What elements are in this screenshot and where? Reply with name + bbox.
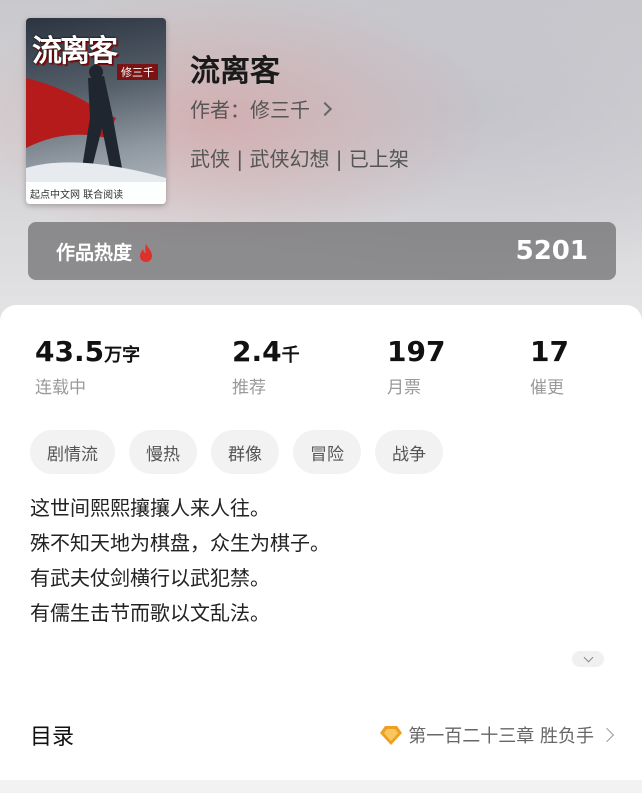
expand-synopsis-button[interactable]: [572, 651, 604, 667]
heat-value: 5201: [515, 236, 588, 266]
stat-label: 催更: [530, 378, 564, 398]
chevron-down-icon: [583, 652, 593, 663]
stat-monthly-ticket[interactable]: 197 月票: [387, 335, 445, 398]
section-divider: [0, 780, 642, 793]
author-link[interactable]: 作者：修三千: [190, 94, 333, 123]
stat-value: 43.5: [35, 335, 105, 368]
book-categories: 武侠 | 武侠幻想 | 已上架: [190, 147, 409, 171]
cover-author: 修三千: [117, 64, 158, 80]
detail-card: 43.5万字 连载中 2.4千 推荐 197 月票 17 催更 剧情流 慢热 群…: [0, 305, 642, 780]
toc-latest: 第一百二十三章 胜负手: [378, 722, 615, 748]
stat-recommend[interactable]: 2.4千 推荐: [232, 335, 300, 398]
tag-chip[interactable]: 群像: [211, 430, 279, 474]
flame-icon: [140, 244, 153, 262]
synopsis-line: 有武夫仗剑横行以武犯禁。: [30, 566, 270, 590]
heart-badge-icon: [380, 726, 403, 745]
stat-urge-update[interactable]: 17 催更: [530, 335, 569, 398]
tag-chips: 剧情流 慢热 群像 冒险 战争: [30, 430, 443, 474]
table-of-contents-row[interactable]: 目录 第一百二十三章 胜负手: [0, 705, 642, 765]
heat-label-group: 作品热度: [56, 238, 154, 265]
stat-label: 连载中: [35, 378, 86, 398]
stat-value: 2.4: [232, 335, 282, 368]
stat-label: 推荐: [232, 378, 266, 398]
tag-chip[interactable]: 剧情流: [30, 430, 115, 474]
book-title: 流离客: [190, 54, 280, 89]
heat-bar[interactable]: 作品热度 5201: [28, 222, 616, 280]
stat-value: 197: [387, 335, 446, 368]
stat-word-count: 43.5万字 连载中: [35, 335, 140, 398]
heat-label: 作品热度: [56, 241, 133, 264]
book-cover[interactable]: 流离客 修三千 起点中文网 联合阅读: [26, 18, 166, 204]
stat-unit: 千: [281, 345, 300, 366]
latest-chapter: 第一百二十三章 胜负手: [408, 726, 594, 747]
author-name: 作者：修三千: [190, 98, 310, 122]
chevron-right-icon: [317, 101, 333, 117]
tag-chip[interactable]: 慢热: [129, 430, 197, 474]
stat-value: 17: [530, 335, 569, 368]
book-synopsis[interactable]: 这世间熙熙攘攘人来人往。 殊不知天地为棋盘，众生为棋子。 有武夫仗剑横行以武犯禁…: [30, 491, 330, 631]
cover-title: 流离客: [32, 34, 118, 69]
tag-chip[interactable]: 冒险: [293, 430, 361, 474]
stat-unit: 万字: [104, 345, 141, 366]
cover-publisher: 起点中文网 联合阅读: [26, 182, 166, 204]
synopsis-line: 有儒生击节而歌以文乱法。: [30, 601, 270, 625]
tag-chip[interactable]: 战争: [375, 430, 443, 474]
synopsis-line: 这世间熙熙攘攘人来人往。: [30, 496, 270, 520]
toc-title: 目录: [30, 725, 75, 750]
synopsis-line: 殊不知天地为棋盘，众生为棋子。: [30, 531, 330, 555]
stat-label: 月票: [387, 378, 421, 398]
chevron-right-icon: [599, 727, 615, 743]
